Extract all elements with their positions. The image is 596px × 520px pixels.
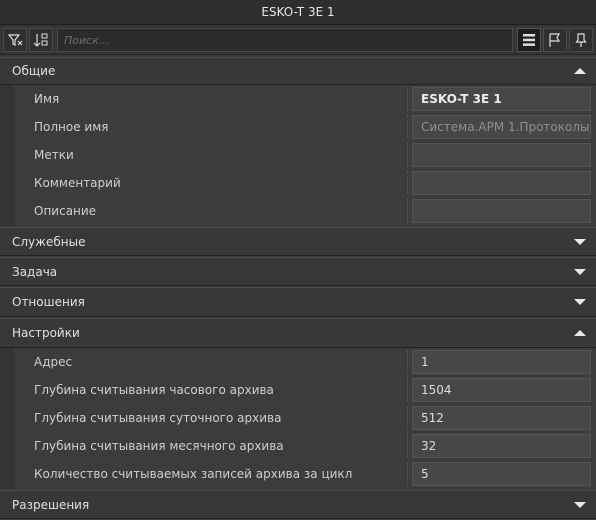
section-permissions-label: Разрешения — [12, 497, 90, 512]
property-row-daily-depth: Глубина считывания суточного архива 512 — [0, 404, 596, 432]
expand-arrow-icon[interactable] — [574, 238, 586, 245]
property-label: Глубина считывания суточного архива — [34, 411, 282, 425]
property-row-description: Описание — [0, 197, 596, 225]
section-task-label: Задача — [12, 264, 58, 279]
property-label: Имя — [34, 92, 60, 106]
property-row-monthly-depth: Глубина считывания месячного архива 32 — [0, 432, 596, 460]
pin-icon — [575, 33, 587, 47]
column-splitter[interactable] — [407, 406, 409, 430]
flag-icon — [549, 33, 561, 47]
section-settings-label: Настройки — [12, 326, 80, 340]
section-settings[interactable]: Настройки — [0, 318, 596, 348]
property-row-address: Адрес 1 — [0, 348, 596, 376]
pin-button[interactable] — [569, 28, 593, 52]
property-row-full-name: Полное имя Система.АРМ 1.Протоколы.ES — [0, 113, 596, 141]
column-splitter[interactable] — [407, 87, 409, 111]
records-per-cycle-field[interactable]: 5 — [412, 462, 591, 486]
section-general-label: Общие — [12, 64, 56, 78]
expand-arrow-icon[interactable] — [574, 501, 586, 508]
monthly-depth-field[interactable]: 32 — [412, 434, 591, 458]
section-task[interactable]: Задача — [0, 257, 596, 286]
section-relations[interactable]: Отношения — [0, 287, 596, 317]
property-row-records-per-cycle: Количество считываемых записей архива за… — [0, 460, 596, 488]
column-splitter[interactable] — [407, 350, 409, 374]
property-label: Полное имя — [34, 120, 109, 134]
section-service[interactable]: Служебные — [0, 227, 596, 256]
hourly-depth-field[interactable]: 1504 — [412, 378, 591, 402]
search-input[interactable] — [57, 28, 513, 52]
property-label: Описание — [34, 204, 97, 218]
expand-arrow-icon[interactable] — [574, 268, 586, 275]
column-splitter[interactable] — [407, 171, 409, 195]
full-name-field: Система.АРМ 1.Протоколы.ES — [412, 115, 591, 139]
expand-arrow-icon[interactable] — [574, 299, 586, 305]
list-view-button[interactable] — [517, 28, 541, 52]
address-field[interactable]: 1 — [412, 350, 591, 374]
property-label: Метки — [34, 148, 74, 162]
property-label: Адрес — [34, 355, 73, 369]
column-splitter[interactable] — [407, 143, 409, 167]
column-splitter[interactable] — [407, 115, 409, 139]
column-splitter[interactable] — [407, 462, 409, 486]
property-row-comment: Комментарий — [0, 169, 596, 197]
property-label: Глубина считывания часового архива — [34, 383, 274, 397]
section-service-label: Служебные — [12, 234, 86, 249]
section-relations-label: Отношения — [12, 295, 85, 309]
sort-icon — [33, 33, 48, 47]
filter-icon — [7, 34, 23, 46]
collapse-arrow-icon[interactable] — [574, 68, 586, 74]
tags-field[interactable] — [412, 143, 591, 167]
name-field[interactable]: ESKO-T 3E 1 — [412, 87, 591, 111]
property-label: Комментарий — [34, 176, 121, 190]
daily-depth-field[interactable]: 512 — [412, 406, 591, 430]
property-label: Количество считываемых записей архива за… — [34, 467, 353, 481]
list-view-icon — [523, 34, 535, 46]
flag-button[interactable] — [543, 28, 567, 52]
column-splitter[interactable] — [407, 378, 409, 402]
property-row-hourly-depth: Глубина считывания часового архива 1504 — [0, 376, 596, 404]
section-general[interactable]: Общие — [0, 57, 596, 85]
property-row-tags: Метки — [0, 141, 596, 169]
comment-field[interactable] — [412, 171, 591, 195]
filter-button[interactable] — [3, 28, 27, 52]
sort-button[interactable] — [29, 28, 53, 52]
toolbar — [0, 25, 596, 55]
property-label: Глубина считывания месячного архива — [34, 439, 284, 453]
description-field[interactable] — [412, 199, 591, 223]
property-row-name: Имя ESKO-T 3E 1 — [0, 85, 596, 113]
window-title: ESKO-T 3E 1 — [0, 0, 596, 25]
collapse-arrow-icon[interactable] — [574, 330, 586, 336]
column-splitter[interactable] — [407, 434, 409, 458]
section-permissions[interactable]: Разрешения — [0, 490, 596, 519]
column-splitter[interactable] — [407, 199, 409, 223]
